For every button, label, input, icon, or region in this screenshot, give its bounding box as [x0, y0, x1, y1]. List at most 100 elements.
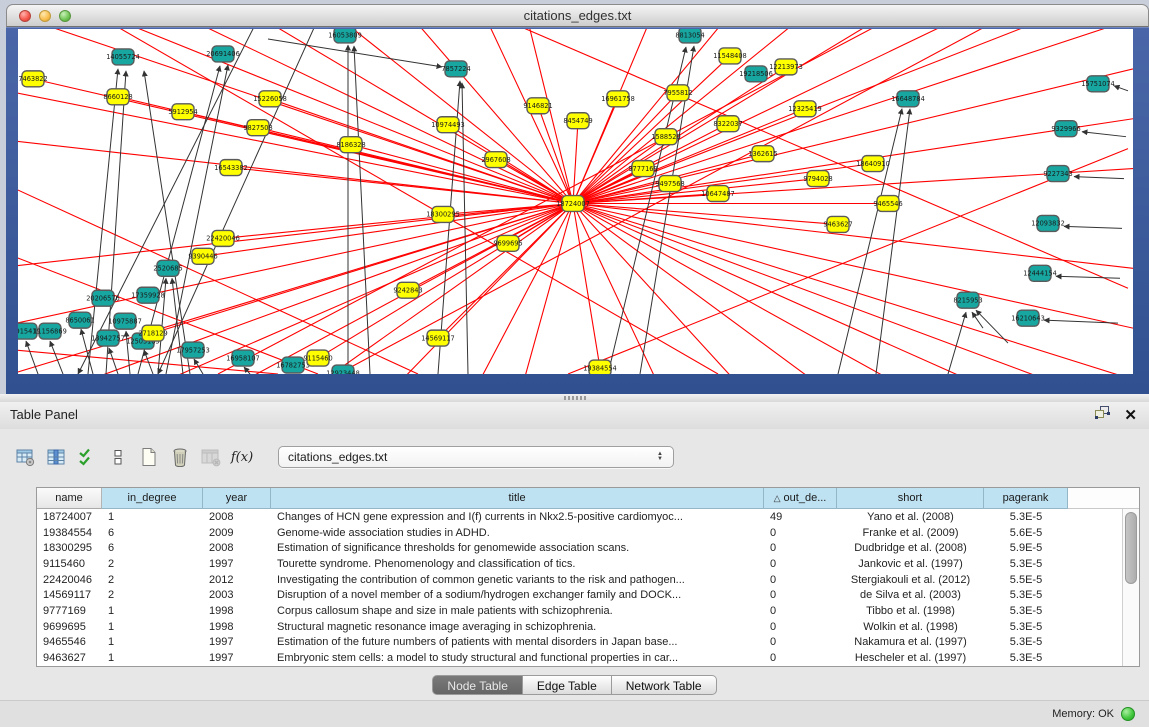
cell-short[interactable]: Jankovic et al. (1997): [837, 558, 984, 570]
cell-in_degree[interactable]: 2: [102, 558, 203, 570]
graph-node-selected[interactable]: 5912954: [168, 104, 197, 120]
cell-title[interactable]: Changes of HCN gene expression and I(f) …: [271, 511, 764, 523]
edge[interactable]: [1082, 132, 1126, 137]
graph-node[interactable]: 15751074: [1081, 76, 1115, 92]
cell-name[interactable]: 19384554: [37, 527, 102, 539]
graph-node[interactable]: 14055724: [106, 49, 140, 65]
graph-node-selected[interactable]: 16961758: [601, 91, 635, 107]
citation-network-graph[interactable]: 1405572420691406160538097857224881305419…: [18, 29, 1133, 374]
graph-node[interactable]: 8813054: [675, 29, 704, 43]
graph-node[interactable]: 9329966: [1051, 121, 1080, 137]
cell-in_degree[interactable]: 1: [102, 605, 203, 617]
graph-node[interactable]: 9227343: [1043, 166, 1072, 182]
cell-title[interactable]: Investigating the contribution of common…: [271, 574, 764, 586]
scrollbar-thumb[interactable]: [1125, 512, 1137, 584]
graph-node[interactable]: 19218506: [739, 66, 773, 82]
edge[interactable]: [1044, 320, 1118, 323]
graph-node-selected[interactable]: 9699695: [493, 235, 522, 251]
selected-edge[interactable]: [573, 203, 658, 374]
selected-edge[interactable]: [18, 89, 573, 204]
column-header-in_degree[interactable]: in_degree: [102, 488, 203, 509]
graph-node-selected[interactable]: 18640910: [856, 156, 890, 172]
table-row[interactable]: 911546021997Tourette syndrome. Phenomeno…: [37, 556, 1123, 572]
memory-status-indicator[interactable]: [1121, 707, 1135, 721]
table-row[interactable]: 1456911722003Disruption of a novel membe…: [37, 587, 1123, 603]
cell-pagerank[interactable]: 5.3E-5: [984, 605, 1068, 617]
create-column-button[interactable]: [138, 446, 160, 468]
selected-edge[interactable]: [351, 145, 573, 204]
cell-out_degree[interactable]: 0: [764, 558, 837, 570]
selected-edge[interactable]: [573, 203, 978, 374]
column-visibility-button[interactable]: [45, 446, 67, 468]
table-scrollbar[interactable]: [1122, 509, 1139, 666]
cell-title[interactable]: Corpus callosum shape and size in male p…: [271, 605, 764, 617]
cell-title[interactable]: Estimation of the future numbers of pati…: [271, 636, 764, 648]
unselect-all-columns-button[interactable]: [107, 446, 129, 468]
graph-node-selected[interactable]: 8454749: [563, 113, 592, 129]
cell-pagerank[interactable]: 5.3E-5: [984, 558, 1068, 570]
cell-year[interactable]: 2008: [203, 542, 271, 554]
graph-node[interactable]: 7857224: [441, 61, 470, 77]
edge[interactable]: [838, 109, 902, 374]
graph-node[interactable]: 2520685: [153, 260, 182, 276]
cell-in_degree[interactable]: 2: [102, 574, 203, 586]
cell-in_degree[interactable]: 1: [102, 511, 203, 523]
table-row[interactable]: 1872400712008Changes of HCN gene express…: [37, 509, 1123, 525]
edge[interactable]: [354, 46, 370, 374]
edge[interactable]: [1056, 276, 1120, 278]
cell-out_degree[interactable]: 0: [764, 527, 837, 539]
cell-year[interactable]: 2003: [203, 589, 271, 601]
cell-pagerank[interactable]: 5.6E-5: [984, 527, 1068, 539]
graph-node[interactable]: 16648784: [891, 91, 925, 107]
table-row[interactable]: 1830029562008Estimation of significance …: [37, 540, 1123, 556]
selected-edge[interactable]: [573, 121, 578, 204]
table-selector-dropdown[interactable]: citations_edges.txt ▲▼: [278, 446, 674, 468]
graph-node-selected[interactable]: 1588520: [651, 129, 680, 145]
column-header-name[interactable]: name: [37, 488, 102, 509]
cell-name[interactable]: 14569117: [37, 589, 102, 601]
cell-out_degree[interactable]: 0: [764, 621, 837, 633]
edge[interactable]: [1114, 86, 1128, 91]
graph-node[interactable]: 11156869: [33, 323, 67, 339]
cell-title[interactable]: Disruption of a novel member of a sodium…: [271, 589, 764, 601]
cell-year[interactable]: 1998: [203, 621, 271, 633]
tab-network-table[interactable]: Network Table: [612, 675, 717, 695]
edge[interactable]: [1064, 226, 1122, 228]
column-header-pagerank[interactable]: pagerank: [984, 488, 1068, 509]
cell-year[interactable]: 1997: [203, 558, 271, 570]
graph-node[interactable]: 8215953: [953, 292, 982, 308]
select-all-columns-button[interactable]: [76, 446, 98, 468]
table-row[interactable]: 977716911998Corpus callosum shape and si…: [37, 603, 1123, 619]
table-row[interactable]: 946554611997Estimation of the future num…: [37, 635, 1123, 651]
selected-edge[interactable]: [398, 29, 573, 203]
graph-node[interactable]: 17359928: [131, 287, 165, 303]
graph-node-selected[interactable]: 16543382: [214, 160, 248, 176]
selected-edge[interactable]: [18, 29, 573, 203]
graph-node[interactable]: 12923448: [326, 365, 360, 374]
edge[interactable]: [1074, 177, 1124, 179]
function-builder-button[interactable]: f(x): [231, 446, 253, 468]
edge[interactable]: [976, 310, 1008, 343]
cell-in_degree[interactable]: 2: [102, 589, 203, 601]
graph-node-selected[interactable]: 11548408: [713, 48, 747, 64]
graph-node-selected[interactable]: 8322037: [713, 116, 742, 132]
cell-name[interactable]: 9463627: [37, 652, 102, 664]
selected-edge[interactable]: [573, 203, 1133, 268]
graph-node-selected[interactable]: 8660128: [103, 89, 132, 105]
cell-pagerank[interactable]: 5.3E-5: [984, 589, 1068, 601]
graph-node-selected[interactable]: 10974493: [431, 117, 465, 133]
selected-edge[interactable]: [318, 203, 573, 374]
graph-node[interactable]: 20206576: [86, 290, 120, 306]
selected-edge[interactable]: [238, 29, 573, 203]
graph-node-selected[interactable]: 7955812: [663, 85, 692, 101]
tab-edge-table[interactable]: Edge Table: [523, 675, 612, 695]
graph-node-selected[interactable]: 9827508: [243, 120, 272, 136]
table-row[interactable]: 969969511998Structural magnetic resonanc…: [37, 619, 1123, 635]
graph-node-selected[interactable]: 9115460: [303, 350, 332, 366]
cell-in_degree[interactable]: 1: [102, 636, 203, 648]
graph-node-selected[interactable]: 9146821: [523, 98, 552, 114]
cell-short[interactable]: Yano et al. (2008): [837, 511, 984, 523]
column-header-title[interactable]: title: [271, 488, 764, 509]
graph-node-selected[interactable]: 1362615: [748, 146, 777, 162]
graph-node-selected[interactable]: 9497568: [655, 176, 684, 192]
